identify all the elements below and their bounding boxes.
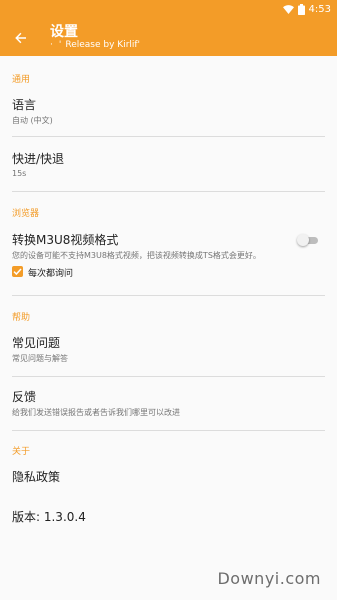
pref-feedback-title: 反馈 (12, 390, 37, 404)
pref-language-title: 语言 (12, 98, 37, 112)
pref-seek-summary: 15s (12, 169, 27, 178)
convert-m3u8-switch[interactable] (297, 233, 319, 247)
check-icon (13, 268, 22, 276)
watermark: Downyi.com (217, 569, 321, 588)
wifi-icon (282, 4, 294, 14)
pref-faq-summary: 常见问题与解答 (12, 354, 68, 363)
pref-convert-summary: 您的设备可能不支持M3U8格式视频，把该视频转换成TS格式会更好。 (12, 251, 261, 260)
pref-seek[interactable]: 快进/快退 15s (0, 144, 337, 188)
pref-feedback-summary: 给我们发送错误报告或者告诉我们哪里可以改进 (12, 408, 180, 417)
divider (12, 295, 325, 296)
pref-privacy-title: 隐私政策 (12, 470, 61, 484)
status-time: 4:53 (308, 3, 331, 15)
section-header-general: 通用 (12, 75, 31, 85)
status-icons: 4:53 (282, 2, 331, 16)
section-header-help: 帮助 (12, 313, 31, 323)
pref-language[interactable]: 语言 自动 (中文) (0, 90, 337, 134)
divider (12, 191, 325, 192)
arrow-back-icon (15, 29, 27, 48)
subtitle-text: Release by Kirlif' (65, 40, 141, 50)
section-header-about: 关于 (12, 447, 31, 457)
battery-icon (297, 3, 305, 15)
toolbar-subtitle: · ' Release by Kirlif' (50, 40, 140, 50)
pref-version[interactable]: 版本: 1.3.0.4 (0, 502, 337, 532)
pref-language-summary: 自动 (中文) (12, 116, 53, 125)
section-header-browser: 浏览器 (12, 209, 40, 219)
back-button[interactable] (10, 27, 32, 49)
pref-faq-title: 常见问题 (12, 336, 61, 350)
status-bar: 4:53 (0, 0, 337, 18)
divider (12, 136, 325, 137)
page-title: 设置 (50, 24, 78, 40)
pref-feedback[interactable]: 反馈 给我们发送错误报告或者告诉我们哪里可以改进 (0, 382, 337, 426)
pref-faq[interactable]: 常见问题 常见问题与解答 (0, 328, 337, 372)
ask-every-time-label[interactable]: 每次都询问 (28, 266, 73, 279)
ask-every-time-checkbox[interactable] (12, 266, 23, 277)
pref-convert-m3u8[interactable]: 转换M3U8视频格式 您的设备可能不支持M3U8格式视频，把该视频转换成TS格式… (0, 226, 337, 262)
divider (12, 430, 325, 431)
app-toolbar: 设置 · ' Release by Kirlif' (0, 18, 337, 56)
divider (12, 376, 325, 377)
pref-seek-title: 快进/快退 (12, 152, 65, 166)
switch-thumb (297, 234, 309, 246)
pref-version-title: 版本: 1.3.0.4 (12, 510, 86, 524)
subtitle-quote: ' (58, 40, 62, 50)
pref-convert-title: 转换M3U8视频格式 (12, 233, 119, 247)
pref-privacy-policy[interactable]: 隐私政策 (0, 462, 337, 492)
subtitle-dot: · (50, 40, 53, 50)
